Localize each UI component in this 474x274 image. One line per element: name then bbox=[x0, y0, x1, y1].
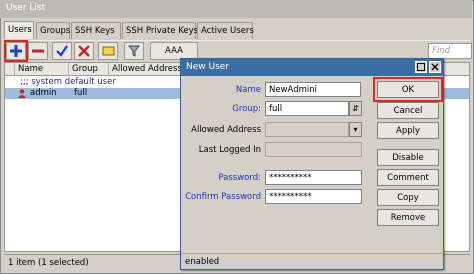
ok-button[interactable]: OK bbox=[373, 77, 443, 102]
group-dropdown-button[interactable]: ⇵ bbox=[349, 101, 362, 116]
column-header-name[interactable]: Name bbox=[15, 63, 69, 76]
minimize-button[interactable] bbox=[415, 61, 427, 73]
checkmark-icon bbox=[56, 45, 68, 57]
last-logged-in-field bbox=[265, 142, 362, 157]
close-button[interactable] bbox=[429, 61, 441, 73]
dialog-button-column: OK Cancel Apply Disable Comment Copy Rem… bbox=[373, 77, 443, 256]
column-header-group[interactable]: Group bbox=[69, 63, 109, 76]
add-button[interactable] bbox=[4, 40, 28, 62]
group-select[interactable]: full bbox=[265, 101, 349, 116]
copy-button[interactable]: Copy bbox=[377, 189, 439, 206]
toolbar: AAA Find bbox=[4, 40, 472, 62]
remove-button[interactable] bbox=[28, 42, 48, 60]
note-icon bbox=[102, 46, 114, 56]
window-title: User List bbox=[0, 0, 472, 18]
password-field[interactable]: ********** bbox=[265, 170, 362, 185]
name-label: Name bbox=[235, 85, 261, 95]
apply-button[interactable]: Apply bbox=[377, 122, 439, 139]
tab-groups[interactable]: Groups bbox=[36, 22, 70, 39]
password-label: Password: bbox=[218, 173, 261, 183]
tab-ssh-keys[interactable]: SSH Keys bbox=[71, 22, 121, 39]
comment-user-button[interactable]: Comment bbox=[377, 169, 439, 186]
allowed-address-spin[interactable]: ▾ bbox=[349, 122, 362, 137]
name-field[interactable]: NewAdmini bbox=[265, 82, 361, 97]
filter-button[interactable] bbox=[124, 42, 144, 60]
column-header-allowed-address[interactable]: Allowed Address bbox=[109, 63, 189, 76]
tab-users[interactable]: Users bbox=[4, 21, 34, 39]
last-logged-in-label: Last Logged In bbox=[198, 145, 261, 155]
allowed-address-field[interactable] bbox=[265, 122, 349, 137]
group-label: Group: bbox=[232, 104, 261, 114]
header-spacer bbox=[5, 63, 15, 76]
cancel-button[interactable]: Cancel bbox=[377, 102, 439, 119]
filter-icon bbox=[128, 45, 140, 57]
plus-icon bbox=[10, 45, 22, 57]
disable-button[interactable] bbox=[74, 42, 94, 60]
enable-button[interactable] bbox=[52, 42, 72, 60]
row-group: full bbox=[74, 88, 88, 98]
row-name: admin bbox=[30, 88, 57, 98]
confirm-password-label: Confirm Password bbox=[185, 192, 261, 202]
confirm-password-field[interactable]: ********** bbox=[265, 189, 362, 204]
find-input[interactable]: Find bbox=[428, 43, 472, 59]
x-icon bbox=[78, 45, 90, 57]
chevron-down-icon: ▾ bbox=[353, 125, 358, 134]
dropdown-icon: ⇵ bbox=[352, 104, 359, 113]
close-icon bbox=[431, 63, 439, 71]
dialog-status: enabled bbox=[181, 253, 443, 269]
dialog-title: New User bbox=[181, 59, 443, 76]
disable-user-button[interactable]: Disable bbox=[377, 149, 439, 166]
tab-active-users[interactable]: Active Users bbox=[197, 22, 254, 39]
tab-ssh-private-keys[interactable]: SSH Private Keys bbox=[122, 22, 198, 39]
new-user-dialog: New User Name NewAdmini Group: full ⇵ Al… bbox=[180, 58, 444, 270]
remove-user-button[interactable]: Remove bbox=[377, 209, 439, 226]
minus-icon bbox=[32, 49, 44, 53]
allowed-address-label: Allowed Address bbox=[191, 125, 261, 135]
row-comment-text: ;;; system default user bbox=[20, 77, 116, 87]
window-icon bbox=[417, 63, 425, 71]
comment-button[interactable] bbox=[98, 42, 118, 60]
